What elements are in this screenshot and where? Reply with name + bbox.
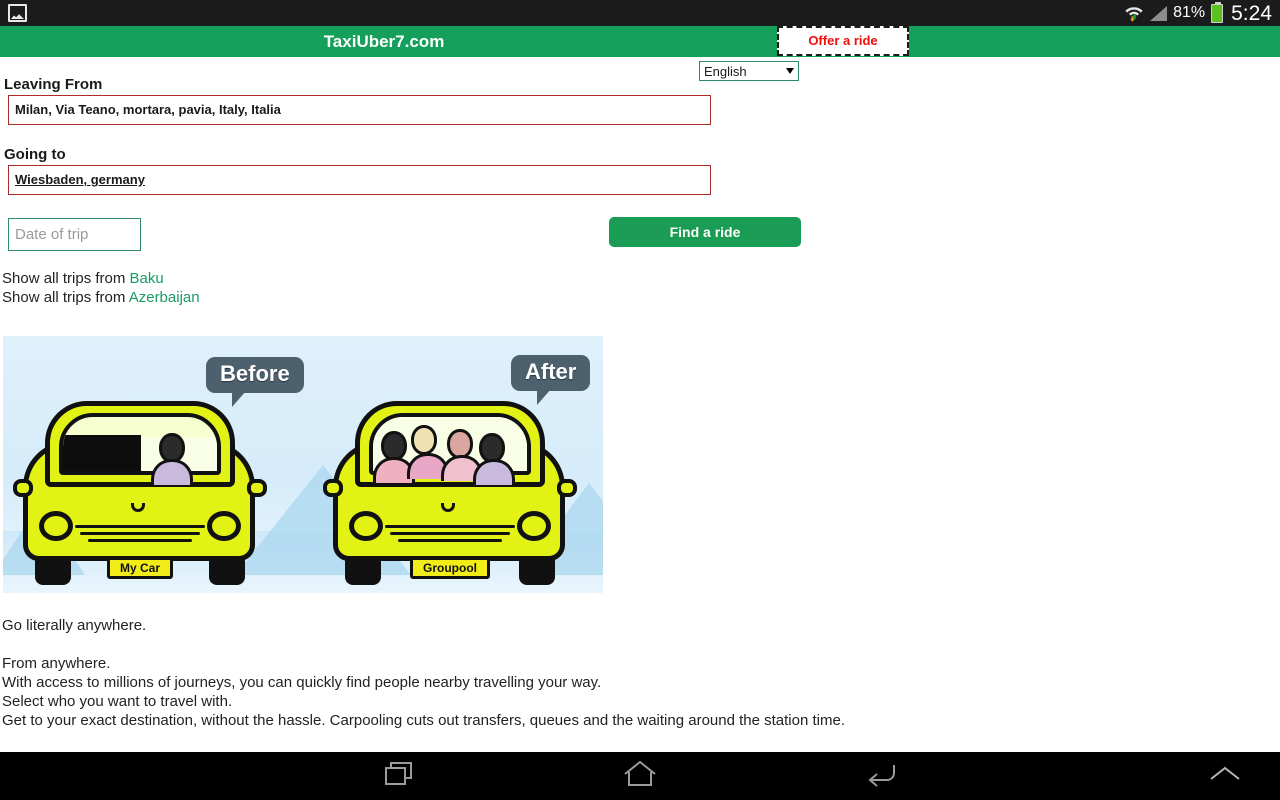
show-all-trips-country-line: Show all trips from Azerbaijan: [2, 288, 200, 307]
show-all-trips-country-prefix: Show all trips from: [2, 289, 129, 306]
status-bar-system-icons: 81% 5:24: [1124, 1, 1272, 25]
language-select[interactable]: English: [699, 61, 799, 81]
wifi-transfer-icon: [1124, 4, 1144, 22]
status-bar-clock: 5:24: [1231, 1, 1272, 25]
occupant-body: [473, 459, 515, 485]
car-wheel-right: [209, 557, 245, 585]
speech-bubble-after: After: [511, 355, 591, 405]
car-occupants: [63, 419, 221, 485]
recents-icon: [385, 761, 415, 792]
car-mirror-right: [557, 479, 577, 497]
car-headlight-right: [207, 511, 241, 541]
content-heading: Go literally anywhere.: [2, 617, 147, 634]
show-all-trips-city-line: Show all trips from Baku: [2, 269, 200, 288]
chevron-up-icon: [1208, 764, 1242, 789]
occupant-body: [151, 459, 193, 485]
app-header-bar: TaxiUber7.com: [0, 26, 1280, 57]
show-all-trips-links: Show all trips from Baku Show all trips …: [2, 269, 200, 307]
android-navigation-bar: [0, 752, 1280, 800]
car-mirror-left: [323, 479, 343, 497]
android-status-bar: 81% 5:24: [0, 0, 1280, 26]
speech-bubble-before: Before: [206, 357, 304, 407]
car-wheel-left: [345, 557, 381, 585]
back-button[interactable]: [822, 752, 942, 800]
going-to-label: Going to: [4, 146, 66, 163]
chevron-down-icon: [786, 68, 794, 74]
car-occupants: [373, 419, 531, 485]
going-to-input[interactable]: Wiesbaden, germany: [8, 165, 711, 195]
content-paragraph: From anywhere. With access to millions o…: [2, 655, 845, 729]
leaving-from-value: Milan, Via Teano, mortara, pavia, Italy,…: [15, 102, 281, 117]
car-wheel-left: [35, 557, 71, 585]
offer-a-ride-button[interactable]: Offer a ride: [777, 26, 909, 56]
show-all-trips-country-link[interactable]: Azerbaijan: [129, 289, 200, 306]
car-plate-after: Groupool: [410, 557, 490, 579]
battery-full-icon: [1211, 1, 1224, 23]
leaving-from-label: Leaving From: [4, 76, 103, 93]
car-mirror-left: [13, 479, 33, 497]
screen: 81% 5:24 TaxiUber7.com Offer a ride Engl…: [0, 0, 1280, 800]
find-a-ride-button[interactable]: Find a ride: [609, 217, 801, 247]
car-after: Groupool: [319, 385, 581, 585]
occupant-head: [411, 425, 437, 455]
site-title: TaxiUber7.com: [323, 32, 445, 51]
car-headlight-left: [349, 511, 383, 541]
home-icon: [623, 760, 657, 793]
car-grille: [385, 525, 515, 549]
car-grille: [75, 525, 205, 549]
car-before: My Car: [9, 385, 271, 585]
show-all-trips-city-link[interactable]: Baku: [130, 270, 164, 287]
car-headlight-left: [39, 511, 73, 541]
date-of-trip-input[interactable]: Date of trip: [8, 218, 141, 251]
car-plate-before: My Car: [106, 557, 174, 579]
battery-percent-label: 81%: [1173, 4, 1206, 21]
language-select-value: English: [704, 63, 747, 79]
status-bar-notifications: [8, 4, 27, 22]
back-icon: [866, 761, 898, 792]
expand-navbar-button[interactable]: [1190, 752, 1260, 800]
recents-button[interactable]: [340, 752, 460, 800]
show-all-trips-city-prefix: Show all trips from: [2, 270, 130, 287]
leaving-from-input[interactable]: Milan, Via Teano, mortara, pavia, Italy,…: [8, 95, 711, 125]
car-mirror-right: [247, 479, 267, 497]
going-to-value: Wiesbaden, germany: [15, 172, 145, 187]
cell-signal-icon: [1150, 5, 1168, 21]
home-button[interactable]: [580, 752, 700, 800]
gallery-image-icon: [8, 4, 27, 22]
car-headlight-right: [517, 511, 551, 541]
car-wheel-right: [519, 557, 555, 585]
